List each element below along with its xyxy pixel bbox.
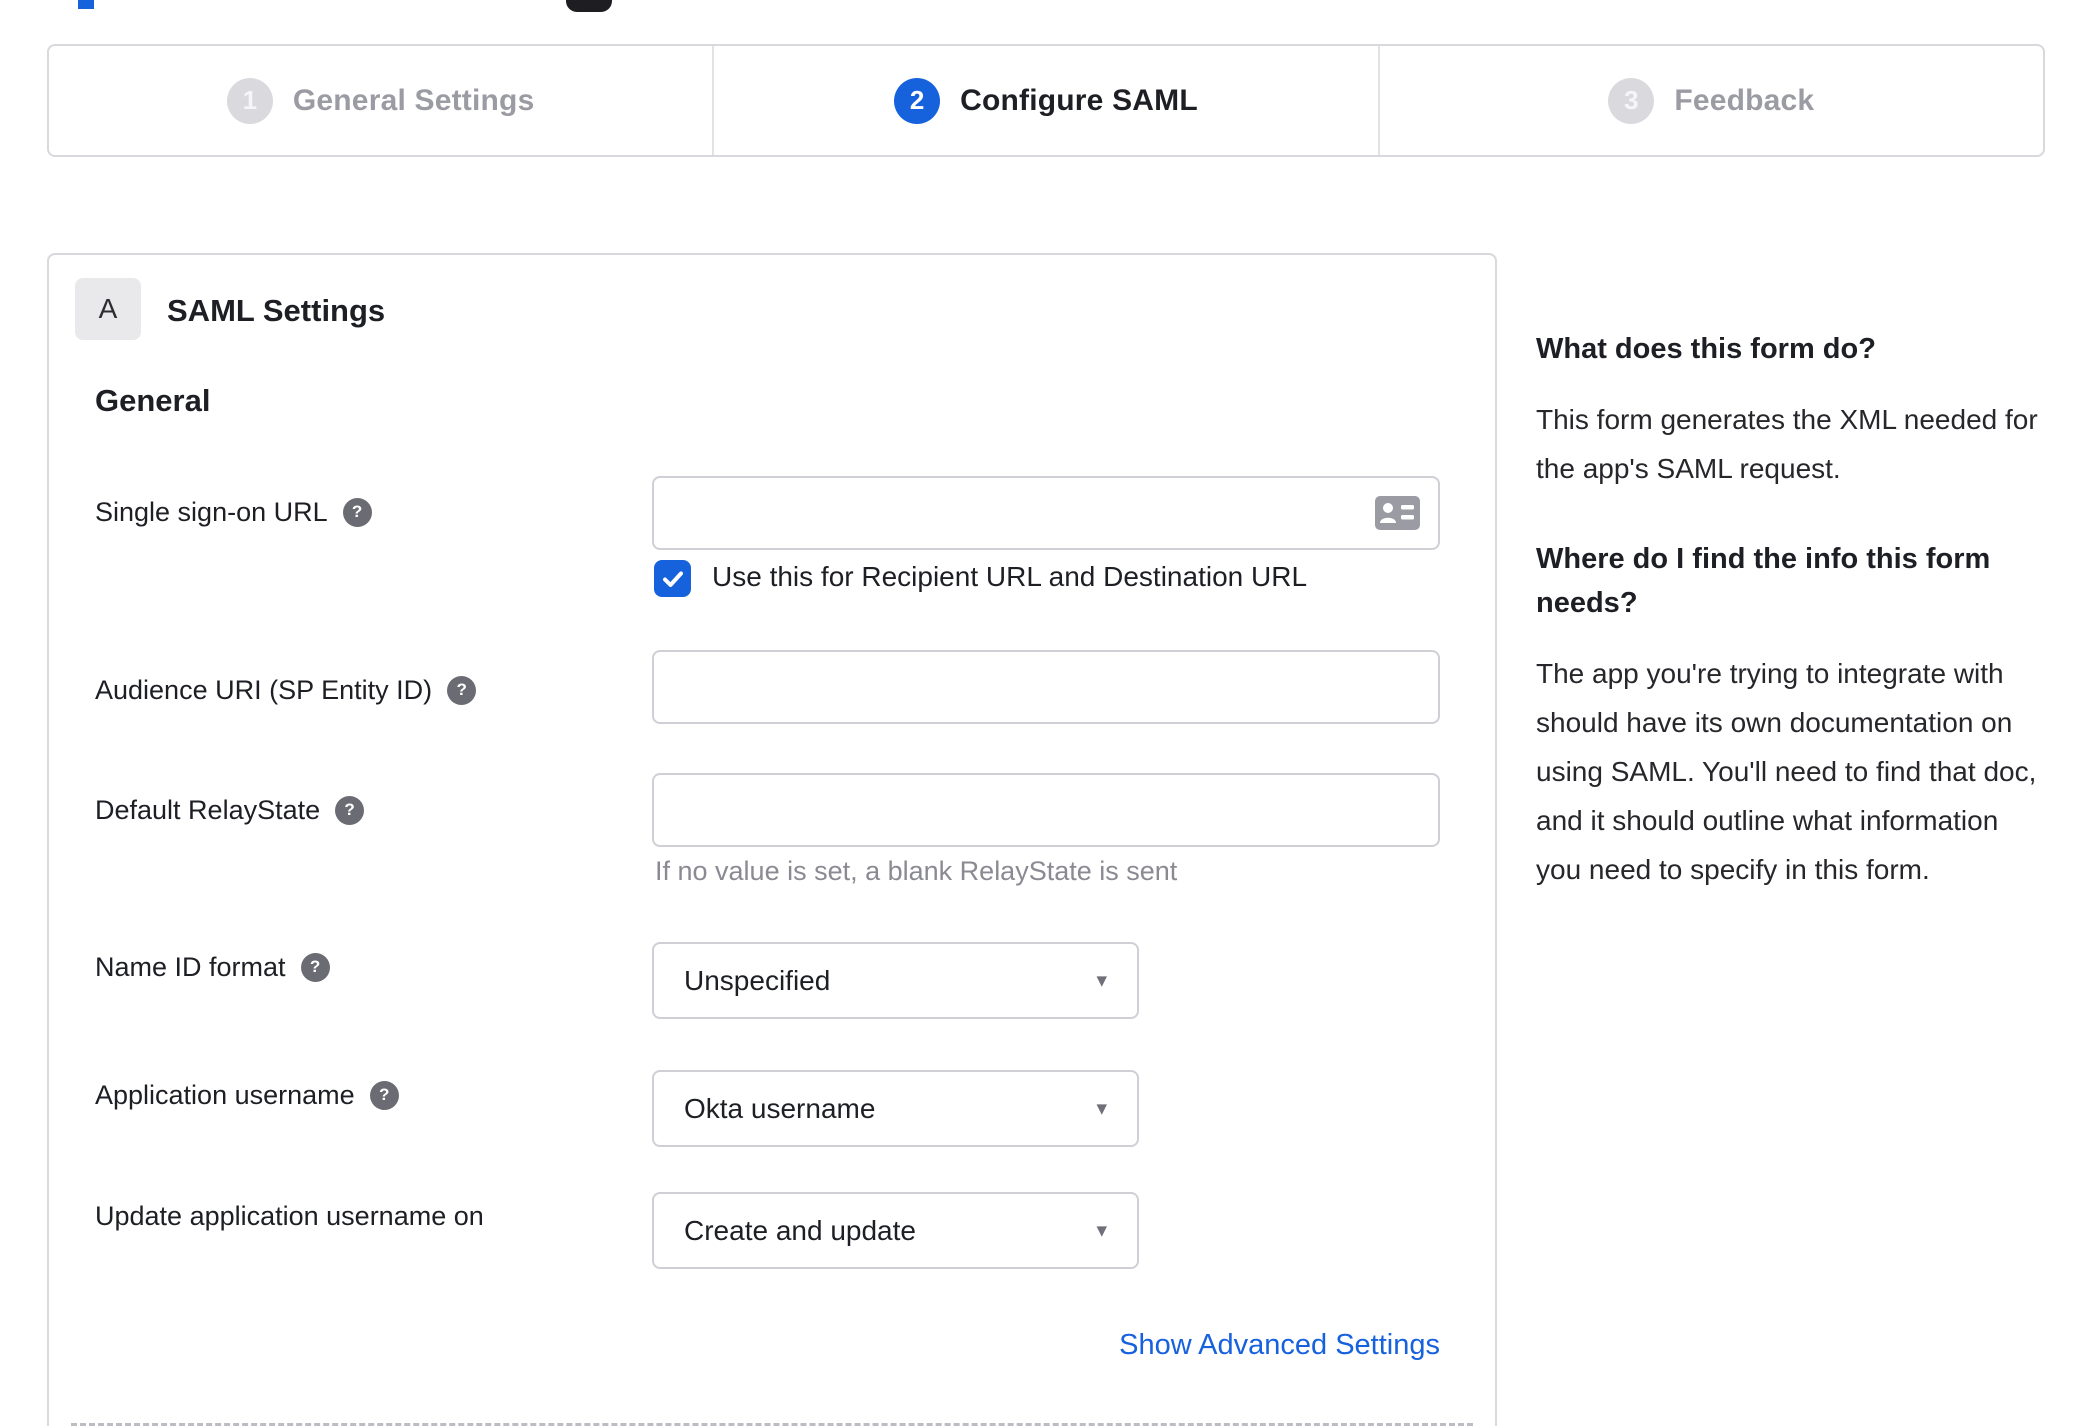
sidebar-body-where: The app you're trying to integrate with … [1536, 658, 2037, 885]
sso-url-input-wrap [652, 476, 1440, 550]
chevron-down-icon: ▾ [1096, 1219, 1107, 1242]
general-section-heading: General [95, 383, 211, 418]
step-configure-saml[interactable]: 2 Configure SAML [712, 46, 1377, 155]
sidebar-heading-where: Where do I find the info this form needs… [1536, 543, 1991, 619]
step-general-settings[interactable]: 1 General Settings [49, 46, 712, 155]
step-number-badge: 2 [894, 77, 941, 124]
step-label: General Settings [292, 83, 535, 117]
name-id-format-select[interactable]: Unspecified ▾ [652, 942, 1139, 1019]
panel-title: SAML Settings [167, 293, 386, 328]
step-number-badge: 3 [1608, 77, 1655, 124]
select-value: Okta username [684, 1092, 876, 1124]
select-value: Unspecified [684, 964, 831, 996]
audience-uri-label-row: Audience URI (SP Entity ID) ? [95, 672, 477, 708]
recipient-url-checkbox[interactable] [654, 560, 691, 597]
section-a-badge: A [75, 278, 141, 340]
select-value: Create and update [684, 1214, 916, 1246]
app-username-label: Application username [95, 1079, 355, 1110]
step-label: Feedback [1674, 83, 1815, 117]
wizard-stepper: 1 General Settings 2 Configure SAML 3 Fe… [47, 44, 2045, 157]
relay-state-label-row: Default RelayState ? [95, 792, 365, 828]
name-id-format-label: Name ID format [95, 951, 286, 982]
chevron-down-icon: ▾ [1096, 969, 1107, 992]
relay-state-label: Default RelayState [95, 794, 321, 825]
contact-card-icon [1375, 496, 1420, 530]
step-feedback[interactable]: 3 Feedback [1377, 46, 2043, 155]
checkmark-icon [662, 571, 683, 587]
update-app-username-select[interactable]: Create and update ▾ [652, 1192, 1139, 1269]
app-username-label-row: Application username ? [95, 1077, 399, 1113]
update-app-username-label: Update application username on [95, 1200, 484, 1231]
sso-url-input[interactable] [652, 476, 1440, 550]
relay-state-hint: If no value is set, a blank RelayState i… [655, 856, 1178, 886]
audience-uri-input[interactable] [652, 650, 1440, 724]
recipient-url-checkbox-label[interactable]: Use this for Recipient URL and Destinati… [712, 561, 1307, 593]
cutoff-blue-fragment [78, 0, 94, 9]
sidebar-body-what: This form generates the XML needed for t… [1536, 404, 2038, 484]
help-icon[interactable]: ? [447, 675, 477, 705]
sso-url-label-row: Single sign-on URL ? [95, 494, 372, 530]
relay-state-input[interactable] [652, 773, 1440, 847]
sso-url-label: Single sign-on URL [95, 496, 328, 527]
audience-uri-label: Audience URI (SP Entity ID) [95, 674, 433, 705]
help-icon[interactable]: ? [369, 1080, 399, 1110]
saml-settings-panel: A SAML Settings General Single sign-on U… [47, 253, 1497, 1426]
cutoff-dark-fragment [566, 0, 612, 12]
help-icon[interactable]: ? [335, 795, 365, 825]
sidebar-heading-what: What does this form do? [1536, 333, 1876, 365]
show-advanced-settings-link[interactable]: Show Advanced Settings [652, 1329, 1440, 1362]
step-label: Configure SAML [960, 83, 1198, 117]
step-number-badge: 1 [226, 77, 273, 124]
chevron-down-icon: ▾ [1096, 1097, 1107, 1120]
help-icon[interactable]: ? [300, 952, 330, 982]
name-id-format-label-row: Name ID format ? [95, 949, 330, 985]
page: 1 General Settings 2 Configure SAML 3 Fe… [0, 0, 2092, 1426]
help-sidebar: What does this form do? This form genera… [1536, 327, 2050, 938]
help-icon[interactable]: ? [342, 497, 372, 527]
update-app-username-label-row: Update application username on [95, 1198, 484, 1234]
app-username-select[interactable]: Okta username ▾ [652, 1070, 1139, 1147]
